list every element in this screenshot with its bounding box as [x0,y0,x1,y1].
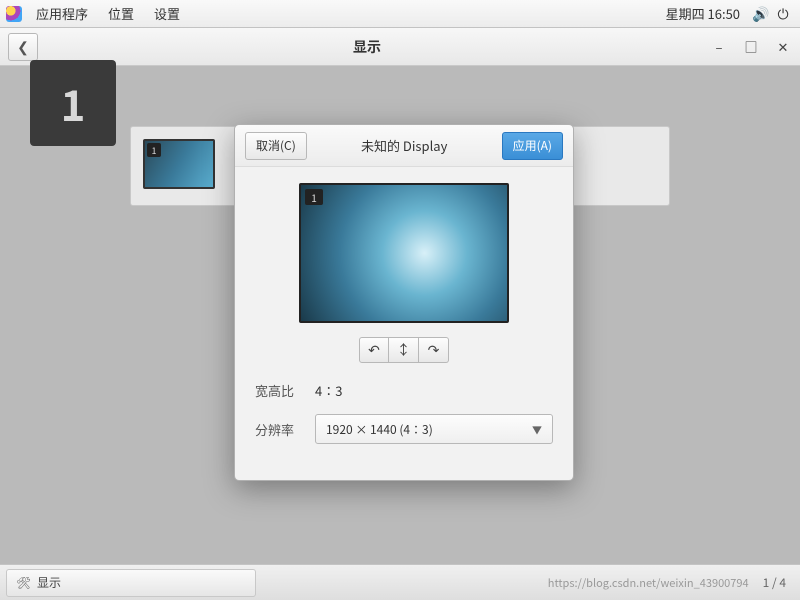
display-preview: 1 [299,183,509,323]
rotation-buttons: ↶ ↕ ↷ [255,337,553,363]
resolution-value: 1920 × 1440 (4∶3) [326,421,433,438]
menu-settings[interactable]: 设置 [144,4,190,23]
display-config-dialog: 取消(C) 未知的 Display 应用(A) 1 ↶ ↕ ↷ 宽高比 4∶3 … [234,124,574,481]
top-menubar: 应用程序 位置 设置 星期四 16:50 🔊 ⏻ [0,0,800,28]
chevron-down-icon: ▼ [532,422,542,437]
rotate-vertical-button[interactable]: ↕ [389,337,419,363]
cancel-button[interactable]: 取消(C) [245,132,307,160]
dialog-header: 取消(C) 未知的 Display 应用(A) [235,125,573,167]
bottom-taskbar: 显示 https://blog.csdn.net/weixin_43900794… [0,564,800,600]
resolution-combobox[interactable]: 1920 × 1440 (4∶3) ▼ [315,414,553,444]
taskbar-app-label: 显示 [37,574,61,591]
rotate-left-button[interactable]: ↶ [359,337,389,363]
menu-places[interactable]: 位置 [98,4,144,23]
close-button[interactable]: ✕ [774,38,792,56]
display-number-badge: 1 [147,143,161,157]
clock[interactable]: 星期四 16:50 [656,4,750,23]
menu-applications[interactable]: 应用程序 [26,4,98,23]
maximize-button[interactable]: □ [742,38,760,56]
settings-icon [17,576,31,590]
resolution-row: 分辨率 1920 × 1440 (4∶3) ▼ [255,414,553,444]
window-titlebar: ❮ 显示 – □ ✕ [0,28,800,66]
taskbar-app-displays[interactable]: 显示 [6,569,256,597]
rotate-right-button[interactable]: ↷ [419,337,449,363]
display-thumbnail[interactable]: 1 [143,139,215,189]
window-title: 显示 [38,37,696,57]
monitor-overlay-number: 1 [30,60,116,146]
preview-number-badge: 1 [305,189,323,205]
dialog-title: 未知的 Display [307,136,502,155]
aspect-ratio-value: 4∶3 [315,381,342,400]
apply-button[interactable]: 应用(A) [502,132,563,160]
distro-icon [6,6,22,22]
dialog-body: 1 ↶ ↕ ↷ 宽高比 4∶3 分辨率 1920 × 1440 (4∶3) ▼ [235,167,573,480]
workspace-pager[interactable]: 1 / 4 [755,574,794,591]
aspect-ratio-label: 宽高比 [255,381,315,400]
power-icon[interactable]: ⏻ [772,4,794,24]
minimize-button[interactable]: – [710,38,728,56]
back-button[interactable]: ❮ [8,33,38,61]
volume-icon[interactable]: 🔊 [750,4,772,24]
aspect-ratio-row: 宽高比 4∶3 [255,381,553,400]
resolution-label: 分辨率 [255,420,315,439]
watermark-text: https://blog.csdn.net/weixin_43900794 [548,575,755,591]
